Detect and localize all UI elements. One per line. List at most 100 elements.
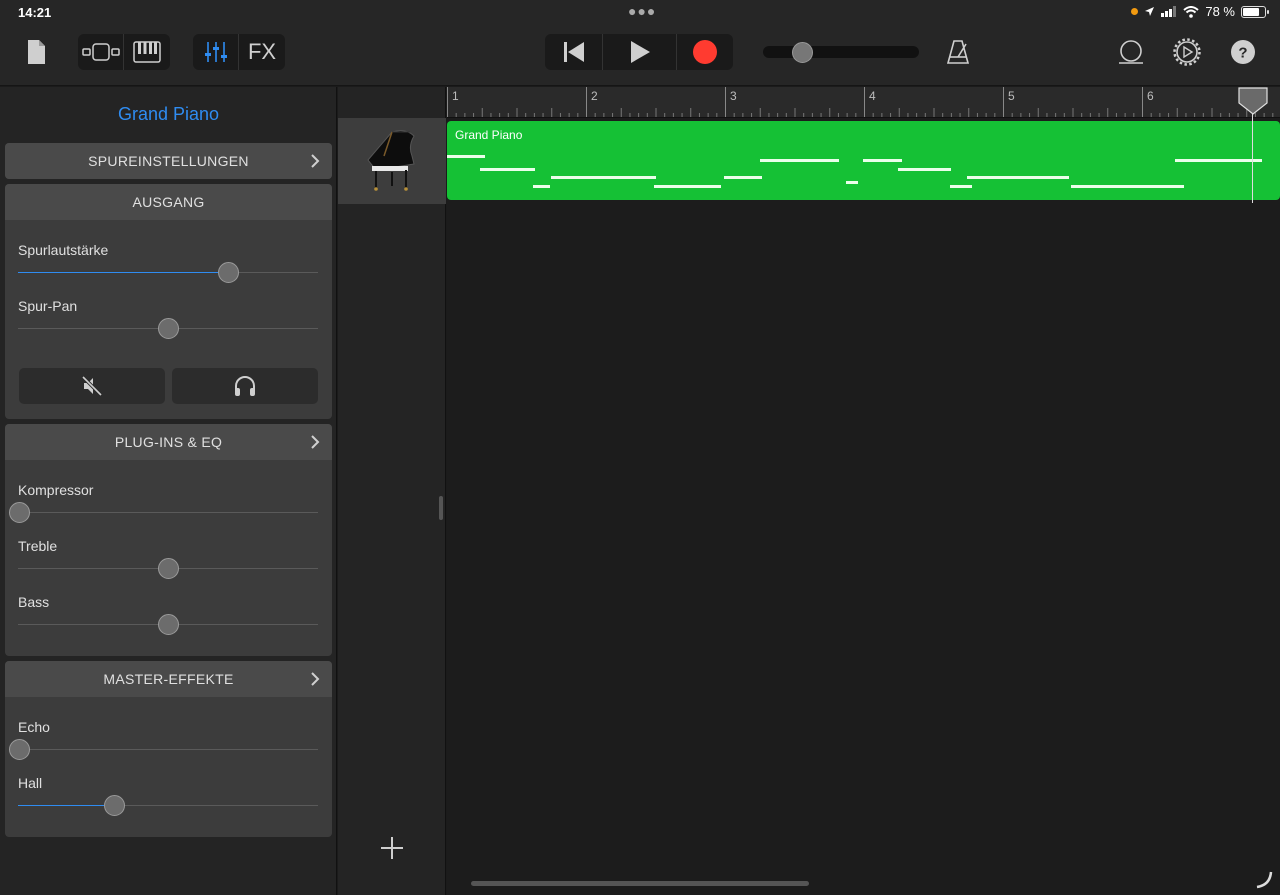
location-arrow-icon <box>1145 7 1155 16</box>
bar-ruler[interactable]: 1 2 3 4 5 6 <box>447 87 1280 118</box>
slider-fill <box>18 272 228 273</box>
bass-label: Bass <box>18 594 50 610</box>
document-icon <box>28 40 45 64</box>
treble-label: Treble <box>18 538 58 554</box>
midi-note <box>480 168 535 171</box>
treble-control[interactable]: Treble <box>18 538 318 586</box>
playhead-position-knob[interactable] <box>792 42 813 63</box>
reverb-label: Hall <box>18 775 43 791</box>
keyboard-button[interactable] <box>124 34 170 70</box>
midi-note <box>447 155 485 158</box>
fx-label: FX <box>247 39 277 64</box>
slider-knob[interactable] <box>9 739 30 760</box>
settings-button[interactable] <box>1169 34 1205 70</box>
region-grand-piano[interactable]: Grand Piano <box>447 121 1280 200</box>
cellular-signal-icon <box>1161 6 1177 17</box>
track-settings-row[interactable]: SPUREINSTELLUNGEN <box>5 143 332 179</box>
track-header-grand-piano[interactable] <box>338 118 446 204</box>
track-volume-label: Spurlautstärke <box>18 242 109 258</box>
treble-slider[interactable] <box>18 558 318 579</box>
midi-note <box>533 185 550 188</box>
track-pan-slider[interactable] <box>18 318 318 339</box>
slider-knob[interactable] <box>158 614 179 635</box>
slider-knob[interactable] <box>158 558 179 579</box>
multitasking-dots-icon[interactable]: ●●● <box>628 3 656 19</box>
slider-knob[interactable] <box>9 502 30 523</box>
mute-button[interactable] <box>19 368 165 404</box>
ruler-ticks: 1 2 3 4 5 6 <box>447 87 1274 117</box>
track-pan-control[interactable]: Spur-Pan <box>18 298 318 346</box>
mixer-button[interactable] <box>193 34 238 70</box>
master-effects-label: MASTER-EFFEKTE <box>103 671 234 687</box>
add-track-button[interactable] <box>376 832 408 864</box>
output-label: AUSGANG <box>132 194 205 210</box>
resize-curve-icon[interactable] <box>1254 869 1274 889</box>
orange-dot-icon <box>1131 8 1139 15</box>
mixer-fx-group: FX <box>193 34 285 70</box>
headphones-icon <box>235 376 255 396</box>
mute-speaker-icon <box>81 375 103 397</box>
midi-note <box>654 185 721 188</box>
keyboard-icon <box>133 41 161 63</box>
track-settings-header[interactable]: SPUREINSTELLUNGEN <box>5 143 332 179</box>
slider-knob[interactable] <box>158 318 179 339</box>
horizontal-scrollbar[interactable] <box>471 881 809 886</box>
bar-number-5: 5 <box>1008 89 1015 103</box>
my-songs-button[interactable] <box>18 34 54 70</box>
chevron-right-icon <box>311 435 320 449</box>
playhead-position-slider[interactable] <box>763 42 919 63</box>
help-button[interactable]: ? <box>1225 34 1261 70</box>
slider-knob[interactable] <box>218 262 239 283</box>
playhead-handle-icon[interactable] <box>1238 87 1268 115</box>
metronome-button[interactable] <box>940 34 976 70</box>
echo-control[interactable]: Echo <box>9 719 318 767</box>
fx-button[interactable]: FX <box>239 34 285 70</box>
master-effects-header[interactable]: MASTER-EFFEKTE <box>5 661 332 697</box>
midi-note <box>724 176 762 179</box>
midi-note <box>760 159 839 162</box>
record-icon <box>693 40 717 64</box>
solo-button[interactable] <box>172 368 318 404</box>
go-to-start-icon <box>563 42 584 62</box>
midi-note <box>863 159 902 162</box>
compressor-slider[interactable] <box>9 502 318 523</box>
track-pan-label: Spur-Pan <box>18 298 78 314</box>
plugins-eq-header[interactable]: PLUG-INS & EQ <box>5 424 332 460</box>
mixer-icon <box>204 42 227 62</box>
reverb-control[interactable]: Hall <box>18 775 318 823</box>
tracks-view-button[interactable] <box>78 34 123 70</box>
status-time: 14:21 <box>18 5 52 20</box>
tracks-area[interactable]: 1 2 3 4 5 6 Grand Piano <box>447 87 1280 895</box>
panel-resize-handle[interactable] <box>439 496 443 520</box>
output-section: AUSGANG Spurlautstärke Spur-Pan <box>5 184 332 419</box>
slider-knob[interactable] <box>104 795 125 816</box>
echo-slider[interactable] <box>9 739 318 760</box>
bass-slider[interactable] <box>18 614 318 635</box>
battery-icon <box>1241 5 1269 18</box>
bar-number-2: 2 <box>591 89 598 103</box>
play-icon <box>630 41 650 63</box>
track-name-title: Grand Piano <box>117 104 220 124</box>
control-bar: FX ? <box>0 24 1280 86</box>
track-settings-label: SPUREINSTELLUNGEN <box>88 153 249 169</box>
transport-group <box>545 34 733 70</box>
track-volume-slider[interactable] <box>18 262 318 283</box>
record-button[interactable] <box>677 34 733 70</box>
view-toggle-group <box>78 34 170 70</box>
bar-number-6: 6 <box>1147 89 1154 103</box>
play-button[interactable] <box>603 34 676 70</box>
metronome-icon <box>946 40 970 64</box>
reverb-slider[interactable] <box>18 795 318 816</box>
master-effects-section: MASTER-EFFEKTE Echo Hall <box>5 661 332 837</box>
help-icon: ? <box>1231 40 1255 64</box>
track-volume-control[interactable]: Spurlautstärke <box>18 242 318 290</box>
go-to-start-button[interactable] <box>545 34 602 70</box>
tracks-view-icon <box>81 43 120 61</box>
loop-browser-button[interactable] <box>1113 34 1149 70</box>
midi-note <box>551 176 656 179</box>
status-indicators: 78 % <box>1131 4 1269 19</box>
compressor-control[interactable]: Kompressor <box>9 482 318 530</box>
bass-control[interactable]: Bass <box>18 594 318 642</box>
wifi-icon <box>1183 5 1200 18</box>
track-controls-panel: Grand Piano SPUREINSTELLUNGEN AUSGANG Sp… <box>0 87 337 895</box>
